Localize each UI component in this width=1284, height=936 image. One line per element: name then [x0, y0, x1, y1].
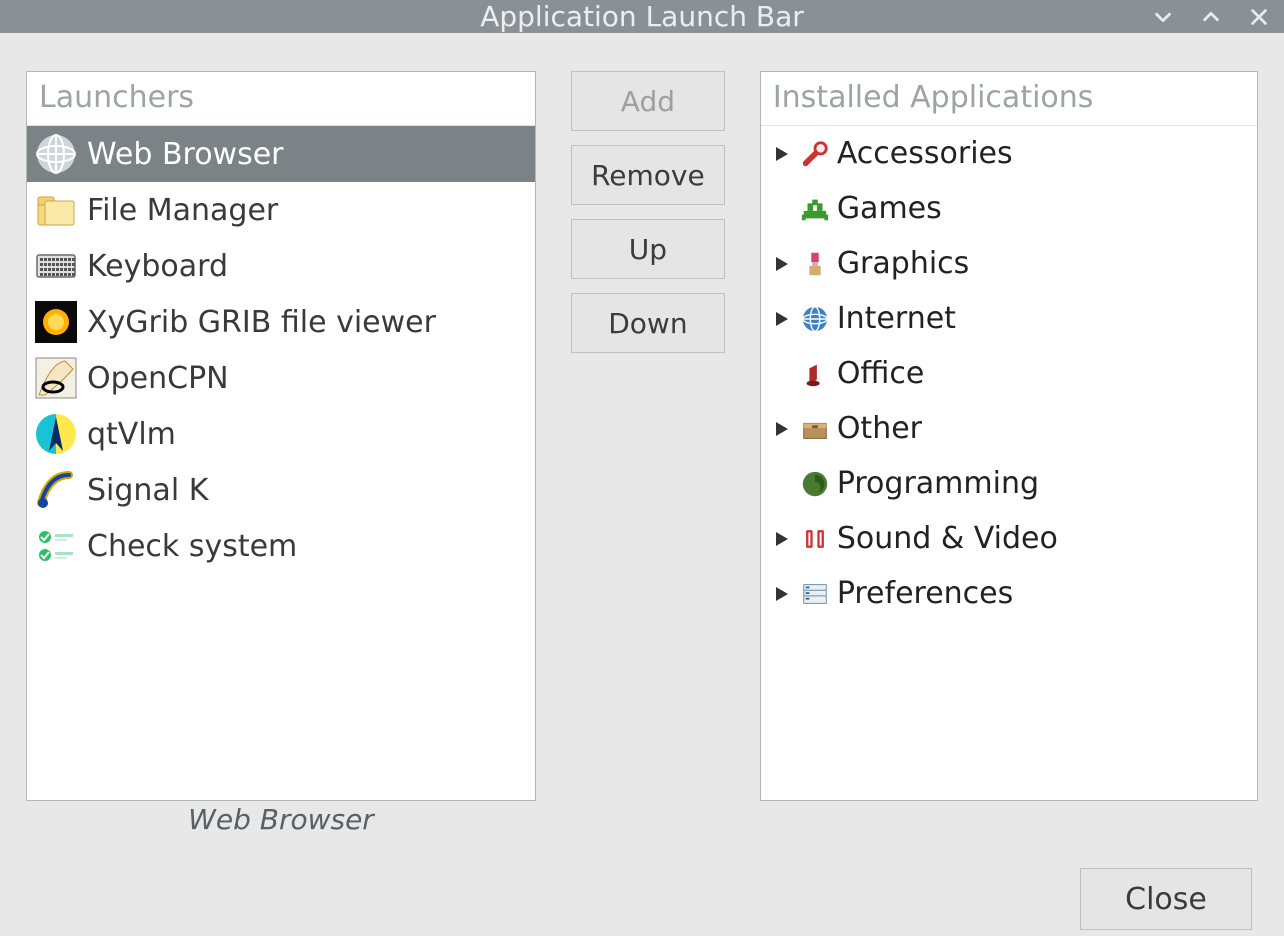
disclosure-triangle-icon[interactable] [771, 147, 793, 161]
disclosure-triangle-icon[interactable] [771, 587, 793, 601]
titlebar: Application Launch Bar [0, 0, 1284, 33]
category-item[interactable]: Sound & Video [761, 511, 1257, 566]
close-icon[interactable] [1248, 6, 1270, 28]
category-item[interactable]: Preferences [761, 566, 1257, 621]
launcher-item[interactable]: OpenCPN [27, 350, 535, 406]
category-item[interactable]: Programming [761, 456, 1257, 511]
action-button-column: Add Remove Up Down [560, 71, 736, 836]
launcher-label: Signal K [87, 473, 208, 508]
window-body: Launchers Web Browser File Manager Keyboar… [0, 33, 1284, 936]
category-label: Sound & Video [837, 521, 1058, 556]
launcher-label: Web Browser [87, 137, 284, 172]
down-button[interactable]: Down [571, 293, 725, 353]
category-item[interactable]: Accessories [761, 126, 1257, 181]
sun-icon [33, 299, 79, 345]
launcher-item[interactable]: XyGrib GRIB file viewer [27, 294, 535, 350]
preferences-icon [799, 579, 831, 609]
programming-icon [799, 469, 831, 499]
category-label: Other [837, 411, 922, 446]
launchers-header: Launchers [27, 72, 535, 126]
launcher-label: Keyboard [87, 249, 228, 284]
dialog-footer: Close [26, 836, 1258, 930]
category-label: Programming [837, 466, 1039, 501]
launchers-column: Launchers Web Browser File Manager Keyboar… [26, 71, 536, 836]
disclosure-triangle-icon[interactable] [771, 257, 793, 271]
launcher-item[interactable]: qtVlm [27, 406, 535, 462]
accessories-icon [799, 139, 831, 169]
launcher-label: qtVlm [87, 417, 176, 452]
keyboard-icon [33, 243, 79, 289]
window-title: Application Launch Bar [480, 0, 804, 33]
launcher-item[interactable]: Keyboard [27, 238, 535, 294]
applications-panel: Installed Applications Accessories Games G… [760, 71, 1258, 801]
launcher-label: XyGrib GRIB file viewer [87, 305, 436, 340]
category-label: Games [837, 191, 942, 226]
app-window: Application Launch Bar Launchers Web Bro… [0, 0, 1284, 936]
category-item[interactable]: Internet [761, 291, 1257, 346]
category-label: Graphics [837, 246, 969, 281]
internet-icon [799, 304, 831, 334]
launcher-label: OpenCPN [87, 361, 229, 396]
minimize-icon[interactable] [1152, 6, 1174, 28]
launcher-label: Check system [87, 529, 297, 564]
soundvideo-icon [799, 524, 831, 554]
category-item[interactable]: Graphics [761, 236, 1257, 291]
check-icon [33, 523, 79, 569]
folder-icon [33, 187, 79, 233]
launchers-list[interactable]: Web Browser File Manager Keyboard XyGrib GR… [27, 126, 535, 800]
maximize-icon[interactable] [1200, 6, 1222, 28]
applications-tree[interactable]: Accessories Games Graphics Internet Office Ot… [761, 126, 1257, 800]
selected-launcher-status: Web Browser [26, 803, 536, 836]
globe-icon [33, 131, 79, 177]
launcher-label: File Manager [87, 193, 278, 228]
disclosure-triangle-icon[interactable] [771, 312, 793, 326]
category-item[interactable]: Office [761, 346, 1257, 401]
disclosure-triangle-icon[interactable] [771, 532, 793, 546]
add-button[interactable]: Add [571, 71, 725, 131]
launcher-item[interactable]: Web Browser [27, 126, 535, 182]
launcher-item[interactable]: Check system [27, 518, 535, 574]
window-controls [1152, 0, 1270, 33]
category-label: Accessories [837, 136, 1013, 171]
office-icon [799, 359, 831, 389]
games-icon [799, 194, 831, 224]
graphics-icon [799, 249, 831, 279]
disclosure-triangle-icon[interactable] [771, 422, 793, 436]
remove-button[interactable]: Remove [571, 145, 725, 205]
up-button[interactable]: Up [571, 219, 725, 279]
category-item[interactable]: Other [761, 401, 1257, 456]
close-button[interactable]: Close [1080, 868, 1252, 930]
launcher-item[interactable]: Signal K [27, 462, 535, 518]
category-label: Preferences [837, 576, 1013, 611]
other-icon [799, 414, 831, 444]
applications-header: Installed Applications [761, 72, 1257, 126]
opencpn-icon [33, 355, 79, 401]
category-label: Internet [837, 301, 956, 336]
launcher-item[interactable]: File Manager [27, 182, 535, 238]
category-item[interactable]: Games [761, 181, 1257, 236]
signalk-icon [33, 467, 79, 513]
qtvlm-icon [33, 411, 79, 457]
launchers-panel: Launchers Web Browser File Manager Keyboar… [26, 71, 536, 801]
category-label: Office [837, 356, 925, 391]
